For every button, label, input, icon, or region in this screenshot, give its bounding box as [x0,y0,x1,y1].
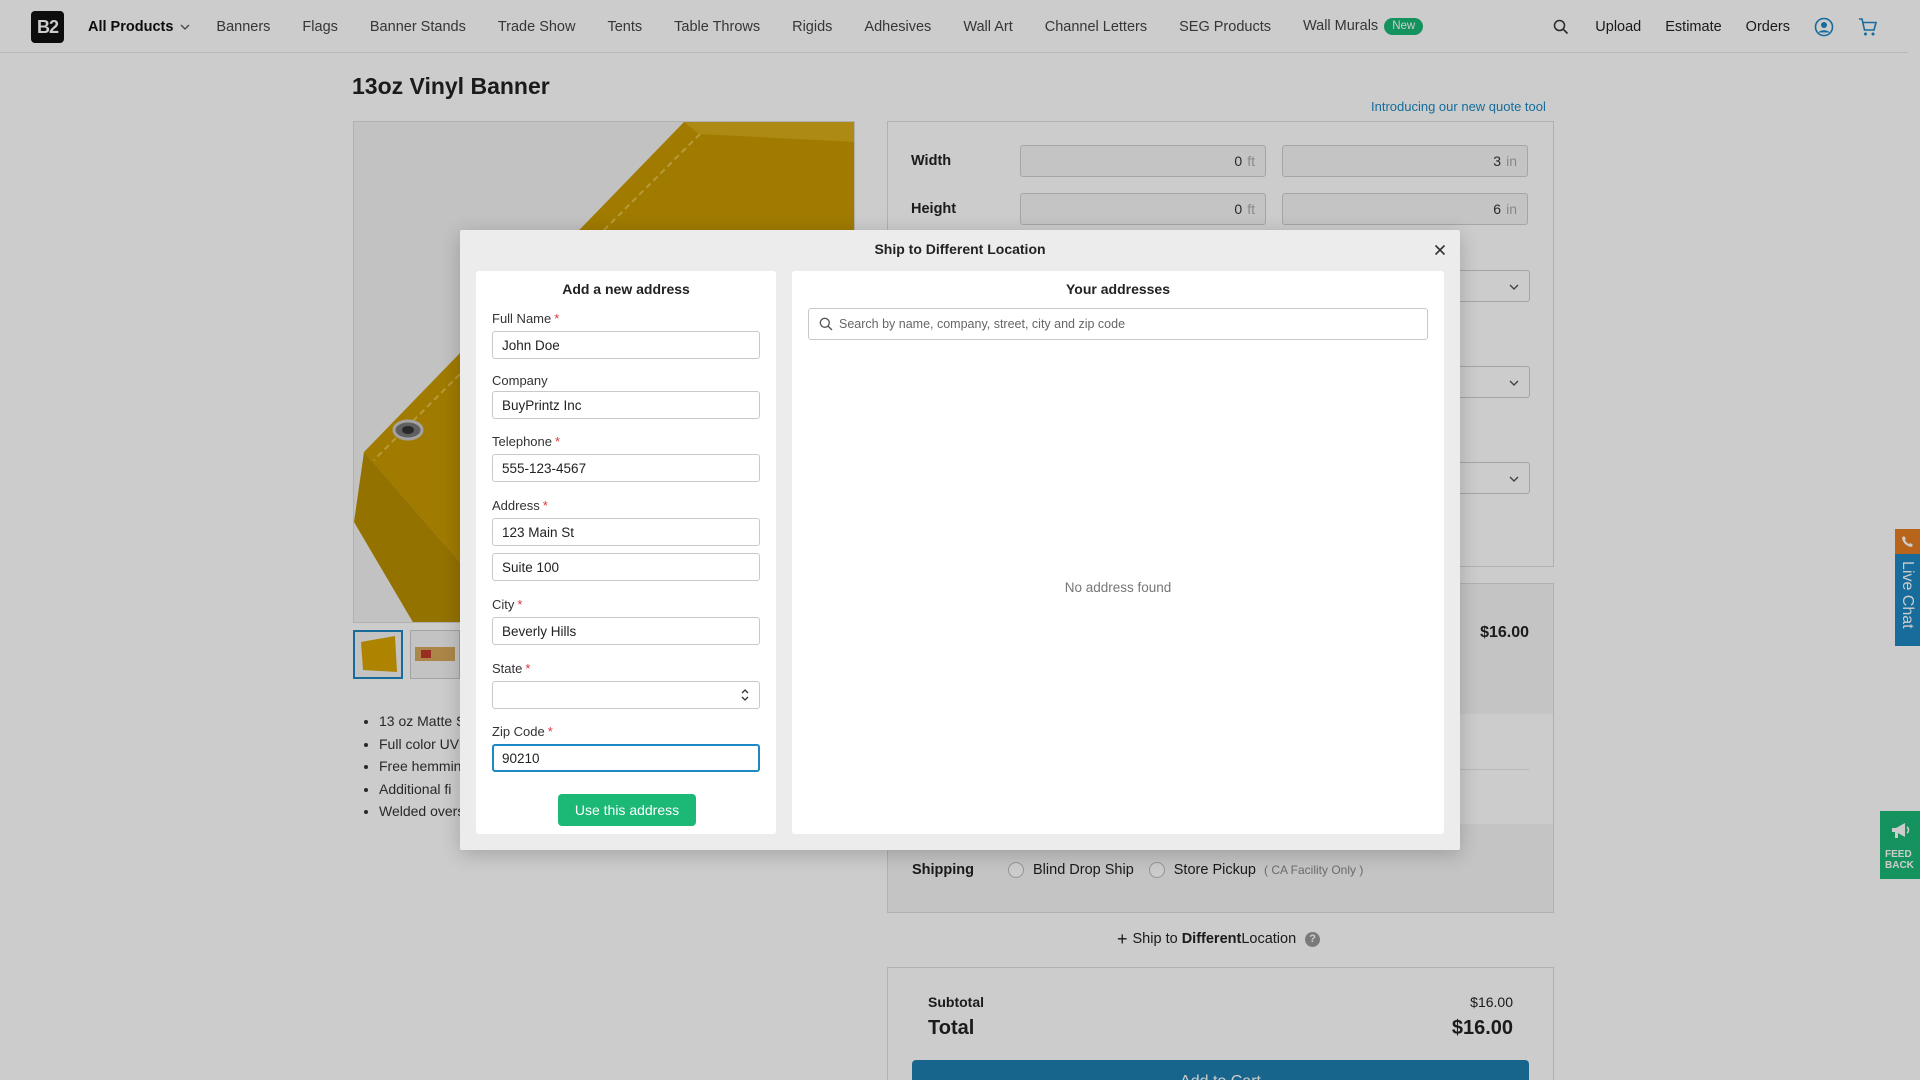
city-input[interactable] [492,617,760,645]
company-label: Company [492,373,548,388]
modal-title: Ship to Different Location [874,241,1046,257]
required-marker: * [547,724,553,739]
form-title: Add a new address [562,281,690,297]
empty-state-message: No address found [1064,580,1172,595]
required-marker: * [542,498,548,513]
state-select[interactable] [492,681,760,709]
use-this-address-button[interactable]: Use this address [558,794,696,826]
address-search-box[interactable] [808,308,1428,340]
company-input[interactable] [492,391,760,419]
full-name-label-text: Full Name [492,311,552,326]
state-label: State * [492,661,530,676]
telephone-input[interactable] [492,454,760,482]
full-name-label: Full Name * [492,311,559,326]
city-label: City * [492,597,522,612]
required-marker: * [517,597,523,612]
required-marker: * [555,434,561,449]
zip-code-label: Zip Code * [492,724,553,739]
telephone-label: Telephone * [492,434,560,449]
saved-addresses-panel: Your addresses No address found [792,271,1444,834]
zip-code-label-text: Zip Code [492,724,545,739]
address-line2-input[interactable] [492,553,760,581]
addresses-title: Your addresses [1065,281,1170,297]
address-label-text: Address [492,498,540,513]
city-label-text: City [492,597,515,612]
add-address-form: Add a new address Full Name* Company Tel… [476,271,776,834]
up-down-arrows-icon [741,689,749,701]
telephone-label-text: Telephone [492,434,552,449]
address-label: Address * [492,498,548,513]
address-line1-input[interactable] [492,518,760,546]
address-search-input[interactable] [839,309,1419,339]
required-marker: * [554,311,560,326]
full-name-input[interactable] [492,331,760,359]
state-label-text: State [492,661,523,676]
close-icon[interactable] [1432,242,1448,258]
required-marker: * [525,661,531,676]
ship-to-different-location-modal: Ship to Different Location Add a new add… [460,230,1460,850]
search-icon [819,317,833,331]
zip-code-input[interactable] [492,744,760,772]
